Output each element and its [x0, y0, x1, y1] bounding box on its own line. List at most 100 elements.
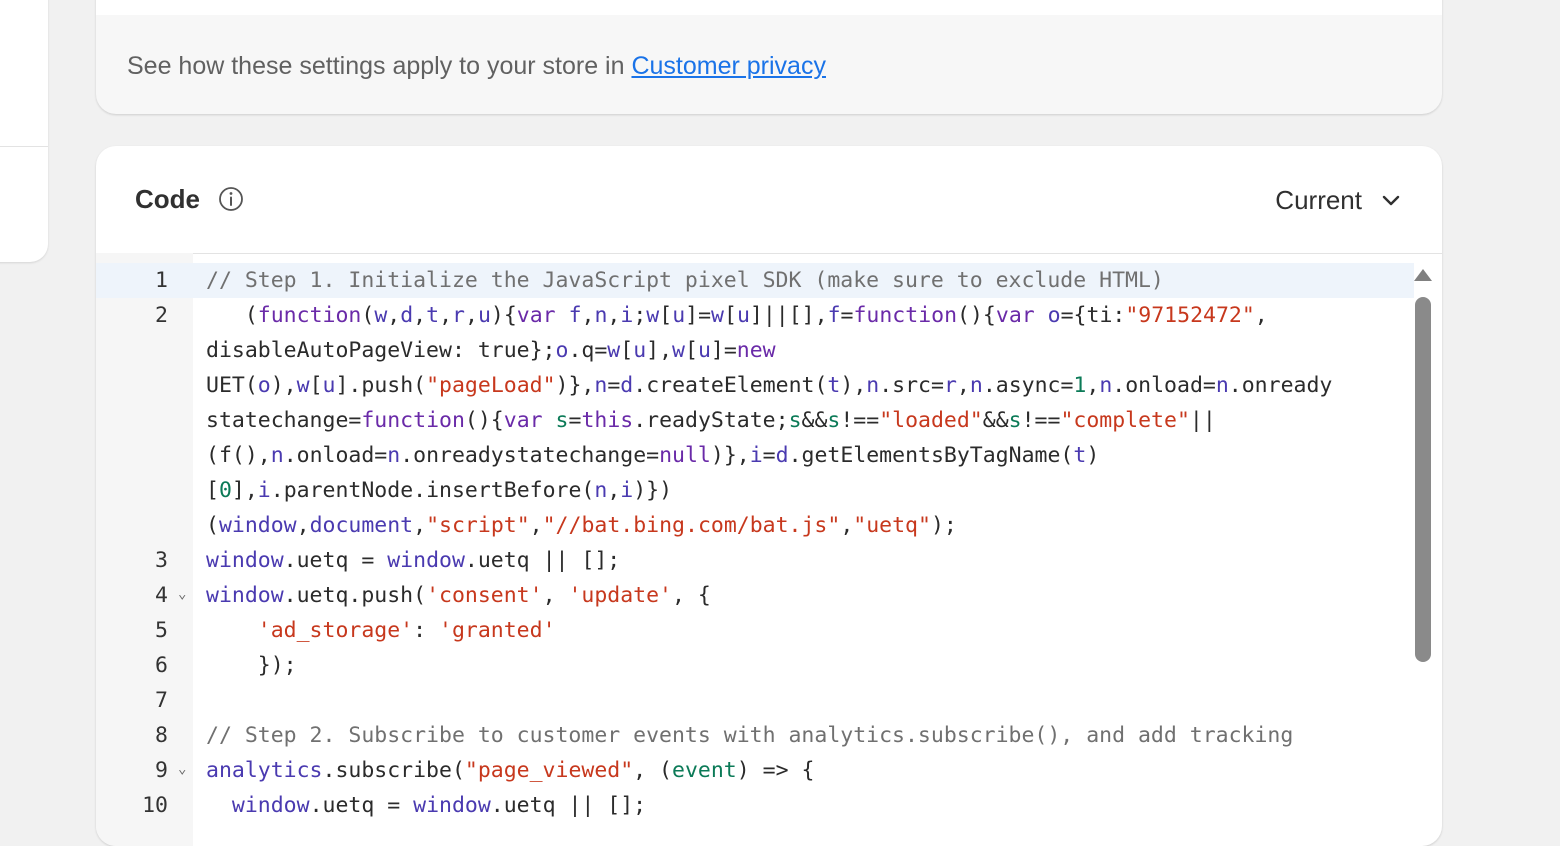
code-token: .readyState;	[633, 408, 789, 433]
left-panel-divider	[0, 146, 48, 147]
code-line[interactable]: 9 ⌄ analytics.subscribe("page_viewed", (ev…	[96, 753, 1406, 788]
code-token: .src=	[879, 373, 944, 398]
left-panel	[0, 0, 48, 262]
editor-scrollbar[interactable]	[1414, 263, 1432, 663]
line-number: 1	[155, 268, 168, 293]
code-line[interactable]: 7	[96, 683, 1406, 718]
code-line[interactable]: 2 (function(w,d,t,r,u){var f,n,i;w[u]=w[…	[96, 298, 1406, 543]
code-text: 'ad_storage': 'granted'	[193, 613, 1411, 648]
code-token: window	[206, 548, 284, 573]
code-token: d	[620, 373, 634, 398]
code-line[interactable]: 8 // Step 2. Subscribe to customer events…	[96, 718, 1406, 753]
code-text: // Step 1. Initialize the JavaScript pix…	[193, 263, 1411, 298]
code-token: r	[452, 303, 465, 328]
code-token: ),	[270, 373, 297, 398]
code-line[interactable]: 1 // Step 1. Initialize the JavaScript pi…	[96, 263, 1406, 298]
code-line[interactable]: 5 'ad_storage': 'granted'	[96, 613, 1406, 648]
code-token: w	[296, 373, 310, 398]
code-token: , (	[633, 758, 673, 783]
code-text: window.uetq = window.uetq || [];	[193, 788, 1411, 823]
code-editor[interactable]: 1 // Step 1. Initialize the JavaScript pi…	[96, 253, 1442, 846]
code-token: !==	[840, 408, 880, 433]
code-token: 'granted'	[439, 618, 556, 643]
code-line[interactable]: 10 window.uetq = window.uetq || [];	[96, 788, 1406, 823]
code-token: d	[400, 303, 414, 328]
code-token: "pageLoad"	[426, 373, 556, 398]
code-token: o	[1047, 303, 1061, 328]
fold-chevron-icon[interactable]: ⌄	[168, 753, 193, 788]
line-number: 3	[155, 548, 168, 573]
code-token: window	[206, 583, 284, 608]
code-token: s	[555, 408, 569, 433]
code-line[interactable]: 6 });	[96, 648, 1406, 683]
code-token: =	[568, 408, 582, 433]
version-select[interactable]: Current	[1275, 182, 1402, 218]
code-token: w	[672, 338, 685, 363]
line-number: 10	[142, 793, 168, 818]
code-token: =	[840, 303, 854, 328]
code-token: f	[827, 303, 841, 328]
privacy-card: See how these settings apply to your sto…	[96, 0, 1442, 114]
code-text: window.uetq.push('consent', 'update', {	[193, 578, 1411, 613]
chevron-down-icon	[1382, 195, 1400, 206]
code-token: ]=	[685, 303, 712, 328]
code-token: =	[762, 443, 776, 468]
code-token: u	[322, 373, 336, 398]
code-token: "//bat.bing.com/bat.js"	[542, 513, 841, 538]
code-token: n	[969, 373, 983, 398]
code-text: // Step 2. Subscribe to customer events …	[193, 718, 1411, 753]
customer-privacy-link[interactable]: Customer privacy	[631, 52, 826, 80]
code-token: n	[594, 478, 608, 503]
code-token: u	[672, 303, 686, 328]
code-token: i	[620, 303, 634, 328]
code-token: ),	[840, 373, 867, 398]
code-token: function	[361, 408, 465, 433]
scroll-up-arrow-icon[interactable]	[1414, 269, 1432, 281]
code-token: 0	[218, 478, 232, 503]
code-token: (	[361, 303, 375, 328]
code-line[interactable]: 4 ⌄ window.uetq.push('consent', 'update', …	[96, 578, 1406, 613]
code-token: n	[594, 373, 608, 398]
code-token: "97152472"	[1125, 303, 1255, 328]
code-token: 1	[1073, 373, 1087, 398]
code-line[interactable]: 3 window.uetq = window.uetq || [];	[96, 543, 1406, 578]
code-token: ) => {	[736, 758, 815, 783]
code-token: n	[270, 443, 284, 468]
code-token: "page_viewed"	[464, 758, 634, 783]
code-token: null	[659, 443, 711, 468]
code-token: // Step 1. Initialize the JavaScript pix…	[206, 268, 1164, 293]
code-token: t	[1073, 443, 1087, 468]
line-number: 4	[155, 583, 168, 608]
code-token: )},	[710, 443, 750, 468]
code-token: ].push(	[335, 373, 427, 398]
code-token: ){	[490, 303, 517, 328]
code-token: , {	[672, 583, 711, 608]
code-token: o	[555, 338, 569, 363]
code-token: .subscribe(	[322, 758, 465, 783]
code-token: i	[620, 478, 634, 503]
code-token: .uetq =	[309, 793, 414, 818]
code-token: .onload=	[283, 443, 388, 468]
code-token: n	[1215, 373, 1229, 398]
code-token: this	[581, 408, 634, 433]
code-token: function	[257, 303, 362, 328]
code-token: .uetq || [];	[490, 793, 647, 818]
info-icon[interactable]	[218, 186, 244, 212]
code-token: "script"	[426, 513, 530, 538]
code-token: 'consent'	[426, 583, 543, 608]
fold-chevron-icon[interactable]: ⌄	[168, 578, 193, 613]
code-text: window.uetq = window.uetq || [];	[193, 543, 1411, 578]
code-token: u	[477, 303, 491, 328]
scrollbar-thumb[interactable]	[1415, 297, 1431, 662]
code-token: [	[723, 303, 737, 328]
code-token: var	[503, 408, 556, 433]
code-token: n	[866, 373, 880, 398]
code-token: :	[413, 618, 440, 643]
code-token: .async=	[982, 373, 1074, 398]
code-token: UET(	[206, 373, 258, 398]
privacy-text: See how these settings apply to your sto…	[127, 52, 632, 80]
code-title: Code	[135, 184, 200, 214]
